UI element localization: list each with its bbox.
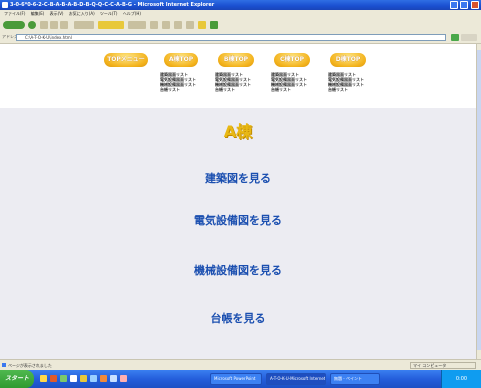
- address-input[interactable]: C:\A-T-O-K-U\index.html: [16, 34, 446, 41]
- b-link-ledger[interactable]: 台帳リスト: [215, 87, 251, 92]
- refresh-icon[interactable]: [50, 21, 58, 29]
- menu-favorites[interactable]: お気に入り(A): [69, 11, 95, 16]
- menu-tools[interactable]: ツール(T): [100, 11, 118, 16]
- d-link-ledger[interactable]: 台帳リスト: [328, 87, 364, 92]
- browser-window: 3-0-6*0-6-2-C-B-A-B-A-B-D-B-Q-Q-C-C-A-B-…: [0, 0, 481, 388]
- taskbar-item-powerpoint[interactable]: Microsoft PowerPoint: [210, 373, 262, 385]
- ledger-link[interactable]: 台帳を見る: [0, 310, 476, 326]
- title-bar: 3-0-6*0-6-2-C-B-A-B-A-B-D-B-Q-Q-C-C-A-B-…: [0, 0, 481, 10]
- messenger-icon[interactable]: [210, 21, 218, 29]
- toolbar: [0, 18, 481, 33]
- ie-icon: [2, 2, 8, 8]
- page-done-icon: [2, 363, 6, 367]
- page-content: TOPメニュー A棟TOP B棟TOP C棟TOP D棟TOP 建築図面リスト …: [0, 44, 476, 359]
- start-button[interactable]: スタート: [0, 370, 34, 388]
- home-icon[interactable]: [60, 21, 68, 29]
- taskbar-item-paint[interactable]: 無題 - ペイント: [330, 373, 380, 385]
- architecture-drawings-link[interactable]: 建築図を見る: [0, 170, 476, 186]
- menu-file[interactable]: ファイル(F): [4, 11, 25, 16]
- close-button[interactable]: [471, 1, 479, 9]
- quicklaunch-folder-icon[interactable]: [80, 375, 87, 382]
- d-links-group: 建築図面リスト 電気設備図面リスト 機械設備図面リスト 台帳リスト: [328, 72, 364, 92]
- nav-c-top-button[interactable]: C棟TOP: [274, 53, 310, 67]
- security-zone: マイ コンピュータ: [410, 362, 476, 369]
- minimize-button[interactable]: [449, 1, 458, 9]
- taskbar: スタート Microsoft PowerPoint A-T-O-K-U-Micr…: [0, 370, 481, 388]
- quicklaunch-mail-icon[interactable]: [90, 375, 97, 382]
- quicklaunch-desktop-icon[interactable]: [60, 375, 67, 382]
- media-button[interactable]: [128, 21, 146, 29]
- folder-icon[interactable]: [198, 21, 206, 29]
- c-links-group: 建築図面リスト 電気設備図面リスト 機械設備図面リスト 台帳リスト: [271, 72, 307, 92]
- quicklaunch-office-icon[interactable]: [100, 375, 107, 382]
- a-links-group: 建築図面リスト 電気設備図面リスト 機械設備図面リスト 台帳リスト: [160, 72, 196, 92]
- quicklaunch-media-icon[interactable]: [70, 375, 77, 382]
- forward-button[interactable]: [28, 21, 36, 29]
- taskbar-item-ie[interactable]: A-T-O-K-U-Microsoft Internet: [266, 373, 326, 385]
- go-button[interactable]: [451, 34, 459, 41]
- nav-a-top-button[interactable]: A棟TOP: [164, 53, 198, 67]
- clock[interactable]: 0:00: [456, 376, 467, 382]
- mail-icon[interactable]: [162, 21, 170, 29]
- page-body: A棟 建築図を見る 電気設備図を見る 機械設備図を見る 台帳を見る: [0, 108, 476, 359]
- print-icon[interactable]: [174, 21, 182, 29]
- vertical-scrollbar[interactable]: [476, 44, 481, 359]
- stop-icon[interactable]: [40, 21, 48, 29]
- menu-edit[interactable]: 編集(E): [31, 11, 45, 16]
- maximize-button[interactable]: [460, 1, 469, 9]
- a-link-ledger[interactable]: 台帳リスト: [160, 87, 196, 92]
- mechanical-drawings-link[interactable]: 機械設備図を見る: [0, 262, 476, 278]
- edit-icon[interactable]: [186, 21, 194, 29]
- quicklaunch-ie-icon[interactable]: [40, 375, 47, 382]
- links-button[interactable]: [461, 34, 477, 41]
- page-title: A棟: [223, 122, 253, 141]
- b-links-group: 建築図面リスト 電気設備図面リスト 機械設備図面リスト 台帳リスト: [215, 72, 251, 92]
- window-title: 3-0-6*0-6-2-C-B-A-B-A-B-D-B-Q-Q-C-C-A-B-…: [10, 2, 215, 8]
- menu-help[interactable]: ヘルプ(H): [123, 11, 141, 16]
- quicklaunch-explorer-icon[interactable]: [110, 375, 117, 382]
- nav-b-top-button[interactable]: B棟TOP: [218, 53, 254, 67]
- quicklaunch-app-icon[interactable]: [50, 375, 57, 382]
- electrical-drawings-link[interactable]: 電気設備図を見る: [0, 212, 476, 228]
- scrollbar-thumb[interactable]: [477, 50, 481, 350]
- system-tray: 0:00: [441, 370, 481, 388]
- nav-top-menu-button[interactable]: TOPメニュー: [104, 53, 148, 67]
- address-bar: アドレス(D) C:\A-T-O-K-U\index.html: [0, 32, 481, 44]
- page-header: TOPメニュー A棟TOP B棟TOP C棟TOP D棟TOP 建築図面リスト …: [0, 44, 476, 108]
- quicklaunch-misc-icon[interactable]: [120, 375, 127, 382]
- history-icon[interactable]: [150, 21, 158, 29]
- search-button[interactable]: [74, 21, 94, 29]
- favorites-button[interactable]: [98, 21, 124, 29]
- nav-d-top-button[interactable]: D棟TOP: [330, 53, 366, 67]
- menu-bar: ファイル(F) 編集(E) 表示(V) お気に入り(A) ツール(T) ヘルプ(…: [0, 10, 481, 18]
- back-button[interactable]: [3, 21, 25, 29]
- c-link-ledger[interactable]: 台帳リスト: [271, 87, 307, 92]
- window-controls: [449, 1, 479, 9]
- menu-view[interactable]: 表示(V): [50, 11, 64, 16]
